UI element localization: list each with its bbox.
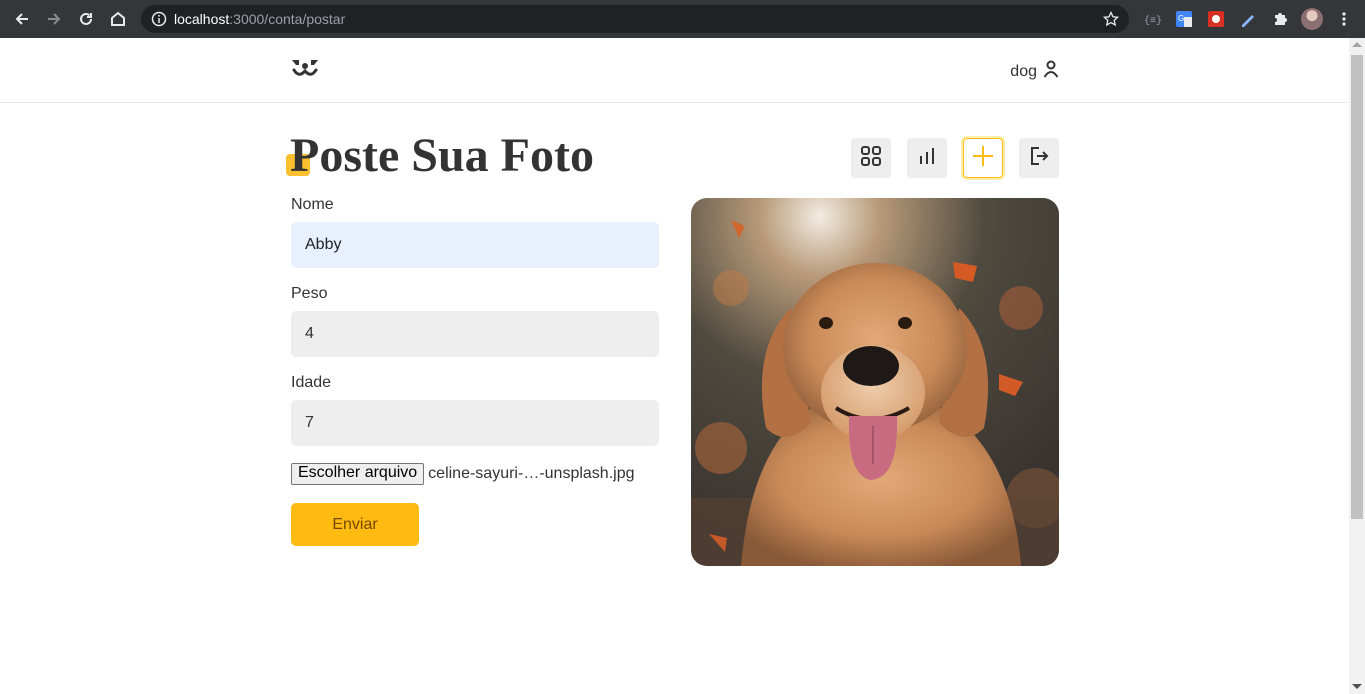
menu-kebab-icon[interactable] <box>1334 9 1354 29</box>
peso-input[interactable] <box>291 311 659 357</box>
add-photo-icon <box>972 145 994 172</box>
idade-field-group: Idade <box>291 374 659 446</box>
scroll-up-arrow[interactable] <box>1352 42 1362 47</box>
submit-button[interactable]: Enviar <box>291 503 419 546</box>
user-account-link[interactable]: dog <box>1010 60 1059 83</box>
url-text: localhost:3000/conta/postar <box>174 11 346 27</box>
idade-label: Idade <box>291 374 332 391</box>
photo-preview <box>691 198 1059 566</box>
address-bar[interactable]: localhost:3000/conta/postar <box>141 5 1129 33</box>
dog-photo-image <box>691 198 1059 566</box>
browser-toolbar: localhost:3000/conta/postar {≡} G <box>0 0 1365 38</box>
account-nav <box>851 138 1059 178</box>
user-icon <box>1043 60 1059 83</box>
statistics-button[interactable] <box>907 138 947 178</box>
scrollbar-thumb[interactable] <box>1351 55 1363 519</box>
bookmark-star-icon[interactable] <box>1102 10 1120 27</box>
feed-grid-icon <box>861 145 881 171</box>
choose-file-button[interactable]: Escolher arquivo <box>291 463 425 485</box>
logout-button[interactable] <box>1019 138 1059 178</box>
my-photos-button[interactable] <box>851 138 891 178</box>
red-extension-icon[interactable] <box>1206 9 1226 29</box>
username-label: dog <box>1010 62 1037 80</box>
pen-extension-icon[interactable] <box>1238 9 1258 29</box>
file-input[interactable]: Escolher arquivo celine-sayuri-…-unsplas… <box>291 463 659 485</box>
peso-label: Peso <box>291 285 328 302</box>
svg-text:G: G <box>1178 14 1184 23</box>
forward-icon[interactable] <box>43 8 65 30</box>
translate-extension-icon[interactable]: G <box>1174 9 1194 29</box>
dog-logo-icon[interactable] <box>290 56 320 80</box>
post-photo-button[interactable] <box>963 138 1003 178</box>
reload-icon[interactable] <box>75 8 97 30</box>
nome-input[interactable] <box>291 222 659 268</box>
scroll-down-arrow[interactable] <box>1352 684 1362 689</box>
file-name-label: celine-sayuri-…-unsplash.jpg <box>428 465 635 482</box>
peso-field-group: Peso <box>291 285 659 357</box>
extensions-icon[interactable] <box>1270 9 1290 29</box>
nome-label: Nome <box>291 196 334 213</box>
home-icon[interactable] <box>107 8 129 30</box>
svg-text:{≡}: {≡} <box>1144 15 1162 27</box>
page-title-wrap: Poste Sua Foto <box>286 128 594 184</box>
post-photo-form: Nome Peso Idade Escolher arquivo celine-… <box>291 196 659 546</box>
site-info-icon[interactable] <box>151 11 167 27</box>
page-title: Poste Sua Foto <box>290 129 594 182</box>
json-extension-icon[interactable]: {≡} <box>1142 9 1162 29</box>
site-header: dog <box>0 38 1349 103</box>
profile-avatar[interactable] <box>1301 8 1323 30</box>
stats-icon <box>917 146 937 171</box>
back-icon[interactable] <box>11 8 33 30</box>
nome-field-group: Nome <box>291 196 659 268</box>
idade-input[interactable] <box>291 400 659 446</box>
logout-icon <box>1029 146 1049 171</box>
